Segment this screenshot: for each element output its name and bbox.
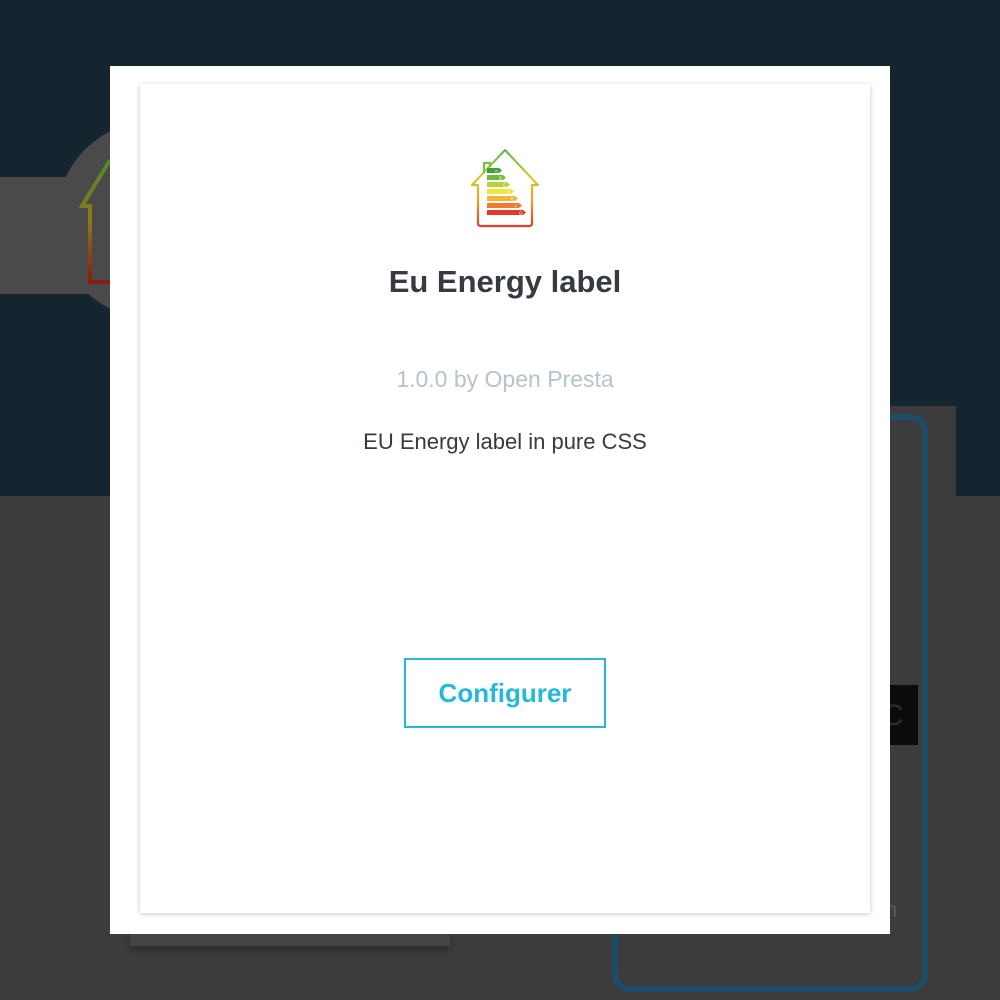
module-title: Eu Energy label: [388, 264, 622, 299]
svg-text:F: F: [515, 203, 518, 208]
energy-label-house-icon: A B C D E F G: [470, 148, 540, 228]
svg-text:B: B: [499, 175, 502, 180]
module-description: EU Energy label in pure CSS: [363, 429, 647, 454]
svg-text:C: C: [503, 182, 506, 187]
configure-button[interactable]: Configurer: [404, 658, 606, 728]
svg-text:D: D: [507, 189, 510, 194]
svg-text:E: E: [511, 196, 514, 201]
svg-text:A: A: [495, 168, 498, 173]
module-version-author: 1.0.0 by Open Presta: [396, 366, 614, 392]
svg-text:G: G: [519, 210, 523, 215]
module-card: A B C D E F G Eu Energy label 1.0.0 by O…: [140, 84, 870, 913]
background-card-shadow: [130, 932, 450, 946]
module-modal: A B C D E F G Eu Energy label 1.0.0 by O…: [110, 66, 890, 934]
